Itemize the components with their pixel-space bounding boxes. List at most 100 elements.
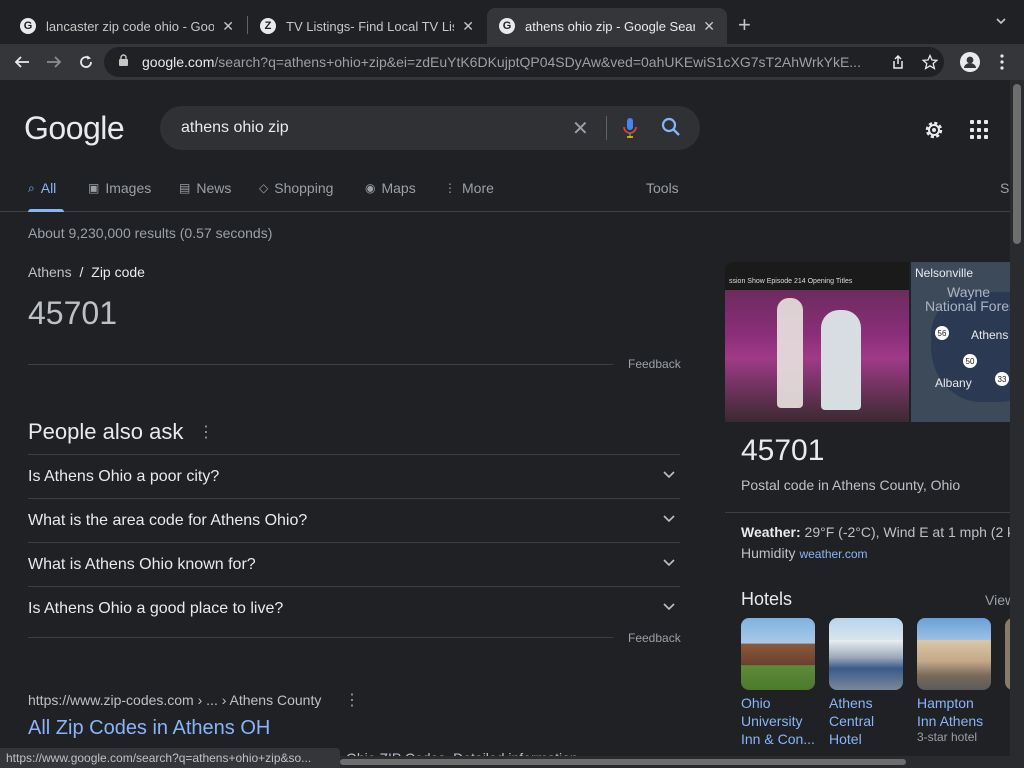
browser-menu-icon[interactable]: [990, 50, 1014, 74]
forward-arrow-icon[interactable]: [42, 50, 66, 74]
route-shield: 50: [963, 354, 977, 368]
search-magnifier-icon[interactable]: [660, 116, 682, 143]
vertical-scrollbar[interactable]: [1010, 80, 1024, 768]
tab-maps[interactable]: ◉ Maps: [365, 180, 416, 196]
scrollbar-thumb[interactable]: [340, 759, 906, 765]
tag-icon: ◇: [259, 181, 269, 195]
chevron-down-icon: [662, 467, 676, 486]
featured-answer: 45701: [28, 295, 117, 331]
address-bar[interactable]: google.com/search?q=athens+ohio+zip&ei=z…: [104, 47, 944, 77]
newspaper-icon: ▤: [179, 181, 191, 195]
paa-question[interactable]: What is Athens Ohio known for?: [28, 542, 680, 586]
feedback-link[interactable]: Feedback: [628, 357, 681, 371]
hotel-card[interactable]: Hampton Inn Athens 3-star hotel: [917, 618, 991, 744]
result-url[interactable]: https://www.zip-codes.com › ... › Athens…: [28, 692, 321, 708]
people-also-ask-heading: People also ask: [28, 419, 184, 444]
chevron-down-icon: [662, 555, 676, 574]
map-label: Albany: [935, 376, 972, 390]
video-caption: ssion Show Episode 214 Opening Titles: [729, 278, 853, 285]
result-options-icon[interactable]: ⋮: [344, 690, 360, 710]
share-icon[interactable]: [886, 50, 910, 74]
tab-more[interactable]: ⋮ More: [444, 180, 494, 196]
scrollbar-thumb[interactable]: [1013, 84, 1021, 244]
settings-gear-icon[interactable]: [922, 118, 946, 142]
paa-question[interactable]: Is Athens Ohio a good place to live?: [28, 586, 680, 630]
tab-shopping[interactable]: ◇ Shopping: [259, 180, 333, 196]
tools-button[interactable]: Tools: [646, 180, 679, 196]
chevron-down-icon: [662, 599, 676, 618]
search-results-page: Google athens ohio zip ✕ ⌕ All ▣ Images ▤ N…: [0, 80, 1010, 768]
hotel-card[interactable]: Athens Central Hotel: [829, 618, 903, 748]
browser-tab[interactable]: G lancaster zip code ohio - Goog ✕: [8, 8, 246, 44]
reload-icon[interactable]: [74, 50, 98, 74]
tab-news[interactable]: ▤ News: [179, 180, 231, 196]
breadcrumb-parent[interactable]: Athens: [28, 264, 72, 280]
feedback-link[interactable]: Feedback: [628, 631, 681, 645]
search-box[interactable]: athens ohio zip ✕: [160, 106, 700, 150]
paa-question[interactable]: What is the area code for Athens Ohio?: [28, 498, 680, 542]
hotel-photo: [917, 618, 991, 690]
voice-search-mic-icon[interactable]: [622, 116, 638, 145]
skeleton-figure: [777, 298, 803, 408]
google-favicon-icon: G: [499, 18, 515, 34]
hotel-card[interactable]: Ohio University Inn & Con...: [741, 618, 815, 748]
route-shield: 33: [995, 372, 1009, 386]
tab-search-chevron-icon[interactable]: [994, 14, 1008, 33]
close-tab-icon[interactable]: ✕: [703, 18, 715, 35]
google-logo[interactable]: Google: [24, 110, 125, 147]
weather-info: Weather: 29°F (-2°C), Wind E at 1 mph (2…: [741, 524, 1010, 540]
hotel-photo: [829, 618, 903, 690]
paa-question[interactable]: Is Athens Ohio a poor city?: [28, 454, 680, 498]
result-stats: About 9,230,000 results (0.57 seconds): [28, 225, 273, 241]
divider: [28, 364, 613, 365]
video-thumbnail[interactable]: ssion Show Episode 214 Opening Titles: [725, 262, 909, 422]
map-pin-icon: ◉: [365, 181, 376, 195]
new-tab-button[interactable]: +: [738, 12, 751, 38]
horizontal-scrollbar[interactable]: [340, 756, 1010, 768]
bookmark-star-icon[interactable]: [918, 50, 942, 74]
chevron-down-icon: [662, 511, 676, 530]
back-arrow-icon[interactable]: [10, 50, 34, 74]
view-hotels-link[interactable]: View: [985, 592, 1010, 608]
map-label: National Fores: [925, 298, 1010, 314]
search-type-tabs: ⌕ All ▣ Images ▤ News ◇ Shopping ◉ Maps ⋮ More…: [0, 176, 1010, 212]
search-input[interactable]: athens ohio zip: [181, 119, 289, 137]
weather-source-link[interactable]: weather.com: [799, 547, 867, 561]
kp-title: 45701: [741, 434, 825, 467]
lock-icon[interactable]: [118, 54, 130, 70]
hotel-stars: 3-star hotel: [917, 730, 978, 744]
more-options-icon[interactable]: ⋮: [198, 422, 214, 442]
hotel-photo: [741, 618, 815, 690]
url-host: google.com: [142, 54, 215, 70]
hotel-name: Ohio University Inn & Con...: [741, 695, 815, 747]
close-tab-icon[interactable]: ✕: [222, 18, 234, 35]
google-apps-grid-icon[interactable]: [970, 120, 990, 140]
location-map[interactable]: Nelsonville Wayne National Fores Athens …: [911, 262, 1010, 422]
tab-all[interactable]: ⌕ All: [28, 180, 56, 196]
tab-strip: G lancaster zip code ohio - Goog ✕ Z TV …: [0, 0, 1024, 44]
status-bar-url: https://www.google.com/search?q=athens+o…: [0, 748, 340, 768]
video-title-bar: [725, 262, 909, 290]
image-icon: ▣: [88, 181, 100, 195]
browser-tab[interactable]: Z TV Listings- Find Local TV List ✕: [248, 8, 486, 44]
close-tab-icon[interactable]: ✕: [462, 18, 474, 35]
kp-subtitle: Postal code in Athens County, Ohio: [741, 477, 961, 493]
tab-title: athens ohio zip - Google Searc: [525, 18, 696, 34]
browser-tab-active[interactable]: G athens ohio zip - Google Searc ✕: [487, 8, 727, 44]
profile-avatar-icon[interactable]: [958, 50, 982, 74]
search-icon: ⌕: [28, 180, 35, 195]
knowledge-panel: ssion Show Episode 214 Opening Titles Ne…: [725, 262, 1010, 768]
url-path: /search?q=athens+ohio+zip&ei=zdEuYtK6DKu…: [214, 54, 861, 70]
breadcrumb-separator: /: [79, 264, 84, 280]
browser-toolbar: google.com/search?q=athens+ohio+zip&ei=z…: [0, 44, 1024, 80]
clear-search-icon[interactable]: ✕: [572, 116, 589, 141]
hotel-name: Athens Central Hotel: [829, 695, 875, 747]
tab-title: lancaster zip code ohio - Goog: [46, 18, 215, 34]
tab-images[interactable]: ▣ Images: [88, 180, 151, 196]
suited-figure: [821, 310, 861, 410]
map-label: Athens: [971, 328, 1009, 342]
result-title-link[interactable]: All Zip Codes in Athens OH: [28, 717, 270, 740]
safesearch-link[interactable]: S: [1000, 180, 1009, 196]
breadcrumb: Athens / Zip code: [28, 264, 145, 280]
search-divider: [606, 116, 607, 140]
